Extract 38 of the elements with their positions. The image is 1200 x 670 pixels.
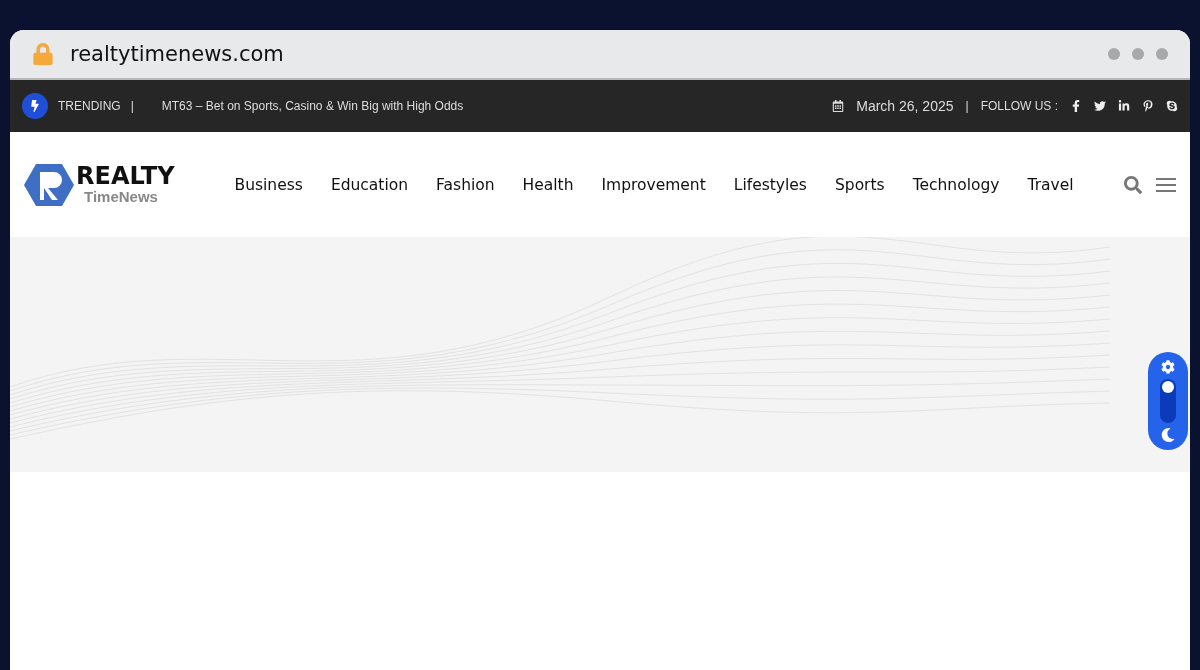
trending-headline[interactable]: MT63 – Bet on Sports, Casino & Win Big with High Odds: [161, 99, 464, 113]
settings-icon: [1161, 360, 1175, 374]
separator: |: [130, 99, 134, 113]
menu-icon[interactable]: [1156, 176, 1176, 193]
window-dot[interactable]: [1156, 48, 1168, 60]
address-bar[interactable]: realtytimenews.com: [10, 30, 1190, 80]
nav-link[interactable]: Improvement: [601, 175, 706, 194]
linkedin-icon[interactable]: [1118, 100, 1130, 112]
nav-link[interactable]: Sports: [834, 175, 885, 194]
window-dot[interactable]: [1132, 48, 1144, 60]
nav-link[interactable]: Education: [330, 175, 409, 194]
skype-icon[interactable]: [1166, 100, 1178, 112]
nav-link[interactable]: Fashion: [436, 175, 495, 194]
search-icon[interactable]: [1124, 175, 1142, 194]
nav-link[interactable]: Health: [522, 175, 574, 194]
nav-link[interactable]: Travel: [1027, 175, 1074, 194]
lightning-icon: [22, 93, 48, 119]
twitter-icon[interactable]: [1094, 100, 1106, 112]
address-text: realtytimenews.com: [70, 42, 284, 66]
lock-icon: [32, 43, 54, 65]
switch-thumb[interactable]: [1162, 381, 1174, 393]
follow-label: FOLLOW US :: [980, 99, 1058, 113]
separator: |: [965, 99, 969, 113]
nav-link[interactable]: Technology: [912, 175, 1000, 194]
calendar-icon: [832, 100, 845, 112]
logo-subtitle: TimeNews: [83, 188, 159, 205]
window-dot[interactable]: [1108, 48, 1120, 60]
nav-link[interactable]: Business: [234, 175, 303, 194]
moon-icon: [1161, 428, 1175, 442]
facebook-icon[interactable]: [1070, 100, 1082, 112]
theme-toggle[interactable]: [1148, 352, 1188, 450]
date-text: March 26, 2025: [856, 98, 954, 114]
nav-link[interactable]: Lifestyles: [733, 175, 807, 194]
trending-label: TRENDING: [58, 99, 121, 113]
switch-track[interactable]: [1160, 379, 1176, 423]
logo-icon: [24, 161, 74, 208]
pinterest-icon[interactable]: [1142, 100, 1154, 112]
logo-title: REALTY: [76, 164, 175, 188]
